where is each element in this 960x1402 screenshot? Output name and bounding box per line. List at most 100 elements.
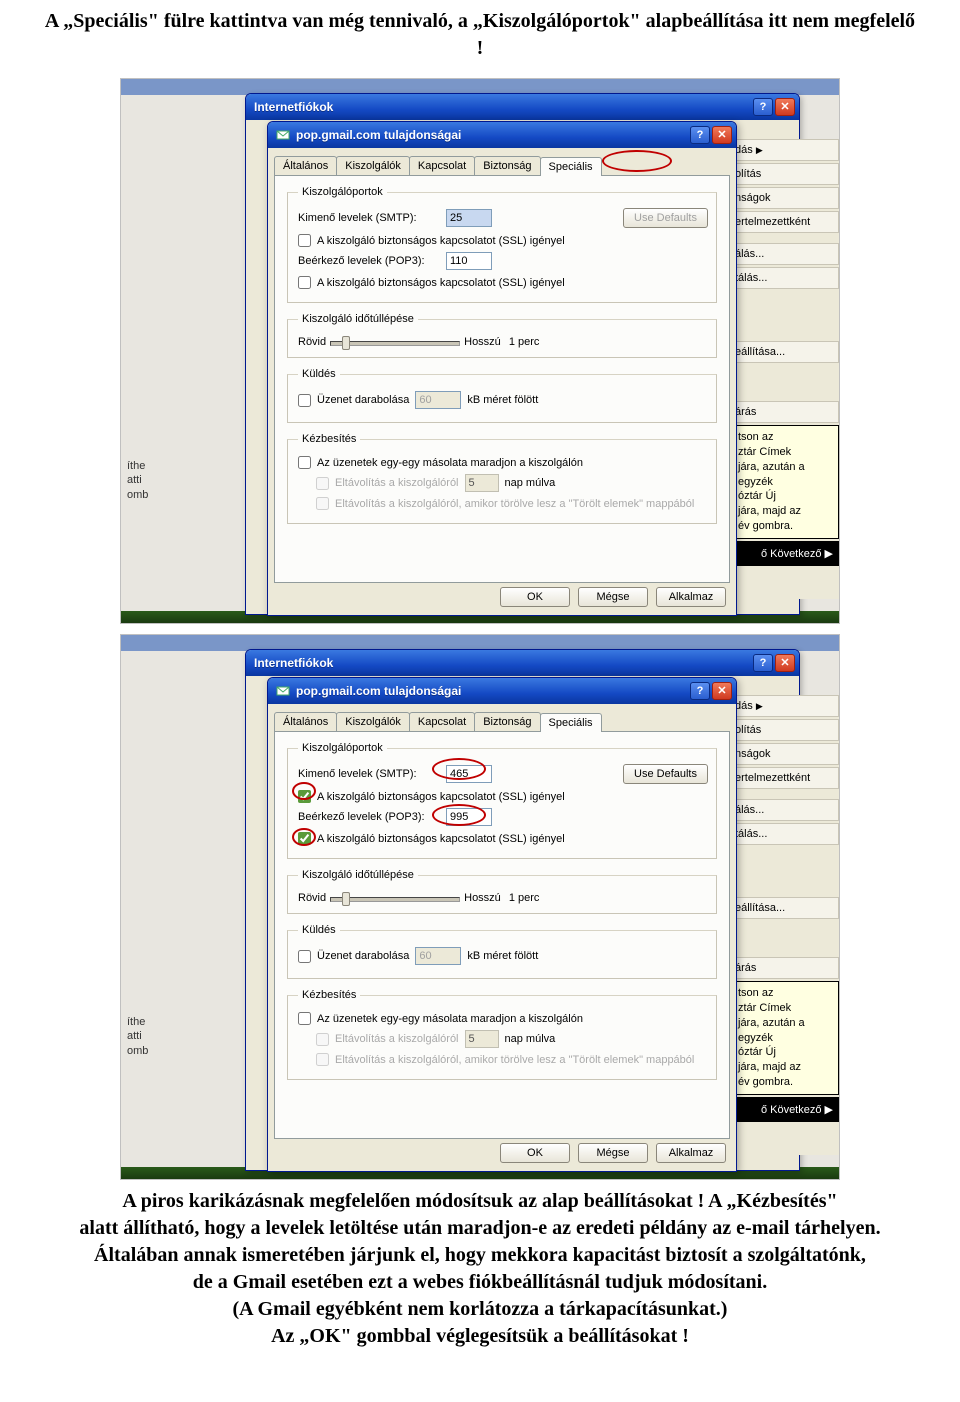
menu-fragment[interactable]: ertelmezettként [731, 211, 839, 233]
close-button[interactable]: ✕ [775, 654, 795, 672]
menu-fragment[interactable]: tálás... [731, 267, 839, 289]
titlebar-outer[interactable]: Internetfiókok ? ✕ [246, 94, 799, 120]
label-long: Hosszú [464, 892, 501, 904]
cancel-button[interactable]: Mégse [578, 587, 648, 607]
tab-servers[interactable]: Kiszolgálók [336, 712, 410, 731]
tab-row: Általános Kiszolgálók Kapcsolat Biztonsá… [268, 148, 736, 175]
ok-button[interactable]: OK [500, 1143, 570, 1163]
caption-bottom: A piros karikázásnak megfelelően módosít… [0, 1180, 960, 1366]
ssl-incoming-checkbox[interactable] [298, 832, 311, 845]
menu-fragment[interactable]: ertelmezettként [731, 767, 839, 789]
screenshot-after: íthe atti omb Internetfiókok ? ✕ dás ▶ o… [120, 634, 840, 1180]
group-sending: Küldés Üzenet darabolása kB méret fölött [287, 368, 717, 423]
window-properties: pop.gmail.com tulajdonságai ? ✕ Általáno… [267, 677, 737, 1172]
titlebar-outer[interactable]: Internetfiókok ? ✕ [246, 650, 799, 676]
tab-advanced[interactable]: Speciális [540, 157, 602, 176]
group-sending: Küldés Üzenet darabolása kB méret fölött [287, 924, 717, 979]
use-defaults-button[interactable]: Use Defaults [623, 764, 708, 784]
window-title: Internetfiókok [254, 656, 751, 670]
tab-advanced[interactable]: Speciális [540, 713, 602, 732]
tab-security[interactable]: Biztonság [474, 712, 540, 731]
use-defaults-button[interactable]: Use Defaults [623, 208, 708, 228]
close-button[interactable]: ✕ [712, 682, 732, 700]
nav-next[interactable]: ő Következő ▶ [731, 1097, 839, 1122]
group-timeout: Kiszolgáló időtúllépése Rövid Hosszú 1 p… [287, 869, 717, 914]
group-legend: Kiszolgálóportok [298, 186, 387, 198]
pop3-port-input[interactable] [446, 252, 492, 270]
apply-button[interactable]: Alkalmaz [656, 587, 726, 607]
menu-fragment[interactable]: álás... [731, 799, 839, 821]
label-smtp: Kimenő levelek (SMTP): [298, 768, 438, 780]
dialog-title: pop.gmail.com tulajdonságai [296, 684, 688, 698]
ssl-incoming-checkbox[interactable] [298, 276, 311, 289]
menu-fragment[interactable]: árás [731, 401, 839, 423]
titlebar-inner[interactable]: pop.gmail.com tulajdonságai ? ✕ [268, 678, 736, 704]
titlebar-inner[interactable]: pop.gmail.com tulajdonságai ? ✕ [268, 122, 736, 148]
menu-fragment[interactable]: olítás [731, 719, 839, 741]
ssl-incoming-label: A kiszolgáló biztonságos kapcsolatot (SS… [317, 833, 565, 845]
leave-copy-checkbox[interactable] [298, 456, 311, 469]
split-size-input[interactable] [415, 947, 461, 965]
group-timeout: Kiszolgáló időtúllépése Rövid Hosszú 1 p… [287, 313, 717, 358]
split-size-input[interactable] [415, 391, 461, 409]
menu-fragment[interactable]: eállítása... [731, 341, 839, 363]
leave-copy-checkbox[interactable] [298, 1012, 311, 1025]
remove-after-days-input [465, 1030, 499, 1048]
menu-fragment[interactable]: nságok [731, 743, 839, 765]
help-button[interactable]: ? [690, 126, 710, 144]
label-kb-above: kB méret fölött [467, 394, 538, 406]
menu-fragment[interactable]: álás... [731, 243, 839, 265]
timeout-value: 1 perc [509, 336, 540, 348]
close-button[interactable]: ✕ [775, 98, 795, 116]
help-button[interactable]: ? [690, 682, 710, 700]
group-legend: Küldés [298, 924, 340, 936]
leave-copy-label: Az üzenetek egy-egy másolata maradjon a … [317, 1013, 583, 1025]
remove-after-days-input [465, 474, 499, 492]
help-button[interactable]: ? [753, 654, 773, 672]
menu-fragment[interactable]: nságok [731, 187, 839, 209]
ok-button[interactable]: OK [500, 587, 570, 607]
tab-servers[interactable]: Kiszolgálók [336, 156, 410, 175]
menu-fragment[interactable]: tálás... [731, 823, 839, 845]
tab-general[interactable]: Általános [274, 156, 337, 175]
apply-button[interactable]: Alkalmaz [656, 1143, 726, 1163]
group-delivery: Kézbesítés Az üzenetek egy-egy másolata … [287, 433, 717, 524]
timeout-slider[interactable] [330, 891, 460, 905]
tab-security[interactable]: Biztonság [474, 156, 540, 175]
menu-fragment[interactable]: dás ▶ [731, 139, 839, 161]
group-delivery: Kézbesítés Az üzenetek egy-egy másolata … [287, 989, 717, 1080]
close-button[interactable]: ✕ [712, 126, 732, 144]
caption-top: A „Speciális" fülre kattintva van még te… [0, 0, 960, 78]
split-messages-checkbox[interactable] [298, 394, 311, 407]
smtp-port-input[interactable] [446, 209, 492, 227]
help-button[interactable]: ? [753, 98, 773, 116]
tab-connection[interactable]: Kapcsolat [409, 712, 475, 731]
window-properties: pop.gmail.com tulajdonságai ? ✕ Általáno… [267, 121, 737, 616]
tab-general[interactable]: Általános [274, 712, 337, 731]
mail-icon [276, 684, 290, 698]
cancel-button[interactable]: Mégse [578, 1143, 648, 1163]
mail-icon [276, 128, 290, 142]
tab-connection[interactable]: Kapcsolat [409, 156, 475, 175]
remove-after-checkbox [316, 1033, 329, 1046]
menu-fragment[interactable]: árás [731, 957, 839, 979]
pop3-port-input[interactable] [446, 808, 492, 826]
left-fragment: íthe atti omb [127, 459, 148, 502]
label-pop3: Beérkező levelek (POP3): [298, 811, 438, 823]
smtp-port-input[interactable] [446, 765, 492, 783]
nav-next[interactable]: ő Következő ▶ [731, 541, 839, 566]
timeout-slider[interactable] [330, 335, 460, 349]
tab-row: Általános Kiszolgálók Kapcsolat Biztonsá… [268, 704, 736, 731]
ssl-outgoing-checkbox[interactable] [298, 234, 311, 247]
ssl-outgoing-checkbox[interactable] [298, 790, 311, 803]
menu-fragment[interactable]: olítás [731, 163, 839, 185]
menu-fragment[interactable]: dás ▶ [731, 695, 839, 717]
remove-deleted-label: Eltávolítás a kiszolgálóról, amikor törö… [335, 1054, 694, 1066]
split-messages-label: Üzenet darabolása [317, 950, 409, 962]
leave-copy-label: Az üzenetek egy-egy másolata maradjon a … [317, 457, 583, 469]
background-menu-fragment: dás ▶ olítás nságok ertelmezettként álás… [731, 139, 839, 599]
split-messages-checkbox[interactable] [298, 950, 311, 963]
dialog-button-row: OK Mégse Alkalmaz [500, 587, 726, 607]
ssl-outgoing-label: A kiszolgáló biztonságos kapcsolatot (SS… [317, 791, 565, 803]
menu-fragment[interactable]: eállítása... [731, 897, 839, 919]
